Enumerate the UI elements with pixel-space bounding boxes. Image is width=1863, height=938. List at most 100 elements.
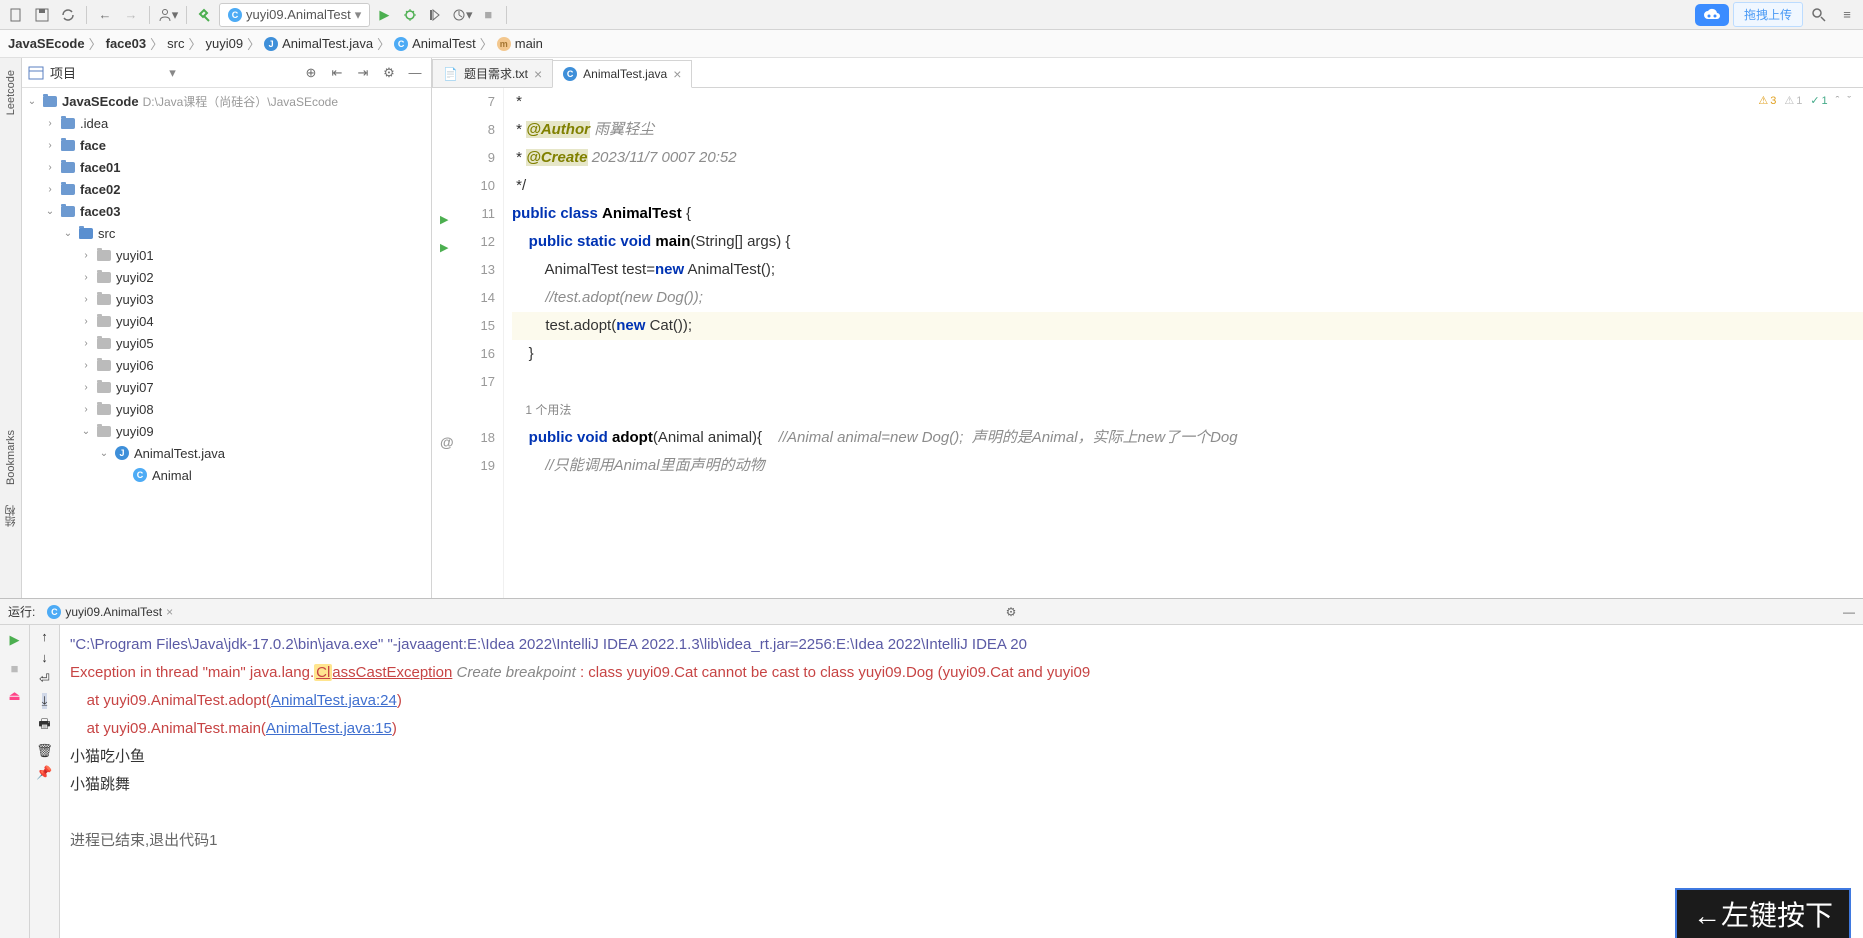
line-number[interactable]: 7 [432, 88, 495, 116]
code-line[interactable]: //只能调用Animal里面声明的动物 [512, 452, 1863, 480]
expand-icon[interactable]: › [80, 360, 92, 371]
line-number[interactable]: 10 [432, 172, 495, 200]
hide-icon[interactable]: — [1843, 605, 1855, 619]
expand-icon[interactable]: › [44, 184, 56, 195]
expand-icon[interactable]: › [80, 272, 92, 283]
tree-row[interactable]: ⌄face03 [22, 200, 431, 222]
tab-requirements[interactable]: 📄 题目需求.txt × [432, 59, 553, 87]
breadcrumb-item[interactable]: src [167, 36, 184, 51]
cloud-button[interactable] [1695, 4, 1729, 26]
expand-icon[interactable]: › [80, 294, 92, 305]
tree-row[interactable]: ›yuyi03 [22, 288, 431, 310]
print-icon[interactable]: 🖶 [38, 715, 50, 737]
expand-icon[interactable]: › [44, 140, 56, 151]
code-line[interactable]: * @Author 雨翼轻尘 [512, 116, 1863, 144]
chevron-down-icon[interactable]: ▾ [169, 65, 176, 81]
stop-button[interactable]: ■ [476, 3, 500, 27]
close-icon[interactable]: × [673, 66, 681, 82]
gutter[interactable]: 78910▶11▶121314151617@1819 [432, 88, 504, 598]
tree-row[interactable]: ›face01 [22, 156, 431, 178]
rerun-button[interactable]: ▶ [4, 629, 26, 651]
leetcode-tab[interactable]: Leetcode [3, 62, 19, 123]
search-icon[interactable] [1807, 3, 1831, 27]
tree-row[interactable]: ›yuyi04 [22, 310, 431, 332]
code-line[interactable]: public void adopt(Animal animal){ //Anim… [512, 424, 1863, 452]
create-breakpoint-link[interactable]: Create breakpoint [457, 664, 576, 681]
expand-icon[interactable]: › [44, 118, 56, 129]
expand-icon[interactable]: › [44, 162, 56, 173]
tree-row[interactable]: ⌄src [22, 222, 431, 244]
usage-hint[interactable]: 1 个用法 [512, 396, 1863, 424]
project-tree[interactable]: ⌄ JavaSEcode D:\Java课程（尚硅谷）\JavaSEcode ›… [22, 88, 431, 598]
structure-tab[interactable]: 结构 [1, 495, 21, 537]
hammer-icon[interactable] [193, 3, 217, 27]
tree-row[interactable]: CAnimal [22, 464, 431, 486]
code-content[interactable]: * * @Author 雨翼轻尘 * @Create 2023/11/7 000… [504, 88, 1863, 598]
collapse-icon[interactable]: ⇤ [327, 63, 347, 83]
breadcrumb-item[interactable]: face03 [106, 36, 146, 51]
expand-icon[interactable]: ⌄ [80, 426, 92, 437]
tree-row[interactable]: ›yuyi06 [22, 354, 431, 376]
expand-icon[interactable]: ⌄ [44, 206, 56, 217]
tree-row[interactable]: ›.idea [22, 112, 431, 134]
bookmarks-tab[interactable]: Bookmarks [3, 420, 19, 495]
breadcrumb-item[interactable]: JavaSEcode [8, 36, 85, 51]
stacktrace-link[interactable]: AnimalTest.java:15 [266, 720, 392, 737]
gear-icon[interactable]: ⚙ [379, 63, 399, 83]
line-number[interactable]: ▶12 [432, 228, 495, 256]
close-icon[interactable]: × [534, 66, 542, 82]
breadcrumb-item[interactable]: AnimalTest.java [282, 36, 373, 51]
hide-icon[interactable]: — [405, 63, 425, 83]
run-button[interactable]: ▶ [372, 3, 396, 27]
run-configuration-selector[interactable]: C yuyi09.AnimalTest ▾ [219, 3, 370, 27]
expand-icon[interactable]: ⌄ [26, 96, 38, 107]
stacktrace-link[interactable]: AnimalTest.java:24 [271, 692, 397, 709]
tree-row[interactable]: ⌄yuyi09 [22, 420, 431, 442]
breadcrumb-item[interactable]: main [515, 36, 543, 51]
code-line[interactable]: //test.adopt(new Dog()); [512, 284, 1863, 312]
profile-button[interactable]: ▾ [450, 3, 474, 27]
expand-icon[interactable]: › [80, 338, 92, 349]
code-line[interactable]: */ [512, 172, 1863, 200]
tree-root[interactable]: ⌄ JavaSEcode D:\Java课程（尚硅谷）\JavaSEcode [22, 90, 431, 112]
tree-row[interactable]: ⌄JAnimalTest.java [22, 442, 431, 464]
line-number[interactable]: 17 [432, 368, 495, 396]
new-icon[interactable] [4, 3, 28, 27]
code-line[interactable]: } [512, 340, 1863, 368]
upload-button[interactable]: 拖拽上传 [1733, 2, 1803, 27]
line-number[interactable]: 16 [432, 340, 495, 368]
run-tab[interactable]: C yuyi09.AnimalTest × [41, 603, 179, 621]
line-number[interactable]: 8 [432, 116, 495, 144]
line-number[interactable]: 14 [432, 284, 495, 312]
forward-icon[interactable]: → [119, 3, 143, 27]
code-line[interactable]: AnimalTest test=new AnimalTest(); [512, 256, 1863, 284]
expand-icon[interactable]: › [80, 316, 92, 327]
line-number[interactable]: @18 [432, 424, 495, 452]
code-line[interactable]: * @Create 2023/11/7 0007 20:52 [512, 144, 1863, 172]
line-number[interactable]: 15 [432, 312, 495, 340]
softwrap-icon[interactable]: ⏎ [39, 671, 50, 687]
line-number[interactable]: 19 [432, 452, 495, 480]
expand-icon[interactable]: ⇥ [353, 63, 373, 83]
tree-row[interactable]: ›yuyi01 [22, 244, 431, 266]
tree-row[interactable]: ›yuyi07 [22, 376, 431, 398]
tree-row[interactable]: ›face02 [22, 178, 431, 200]
scroll-icon[interactable]: ⤓ [42, 693, 48, 709]
menu-icon[interactable]: ≡ [1835, 3, 1859, 27]
console-output[interactable]: "C:\Program Files\Java\jdk-17.0.2\bin\ja… [60, 625, 1863, 938]
stop-button[interactable]: ■ [4, 657, 26, 679]
expand-icon[interactable]: ⌄ [98, 448, 110, 459]
save-icon[interactable] [30, 3, 54, 27]
tree-row[interactable]: ›yuyi05 [22, 332, 431, 354]
down-icon[interactable]: ↓ [41, 650, 48, 665]
line-number[interactable] [432, 396, 495, 424]
tree-row[interactable]: ›yuyi08 [22, 398, 431, 420]
gear-icon[interactable]: ⚙ [1006, 605, 1017, 619]
line-number[interactable]: ▶11 [432, 200, 495, 228]
code-line[interactable]: test.adopt(new Cat()); [512, 312, 1863, 340]
expand-icon[interactable]: › [80, 404, 92, 415]
user-icon[interactable]: ▾ [156, 3, 180, 27]
code-editor[interactable]: ⚠3 ⚠1 ✓1 ˆ ˇ 78910▶11▶121314151617@1819 … [432, 88, 1863, 598]
line-number[interactable]: 9 [432, 144, 495, 172]
close-icon[interactable]: × [166, 605, 173, 619]
